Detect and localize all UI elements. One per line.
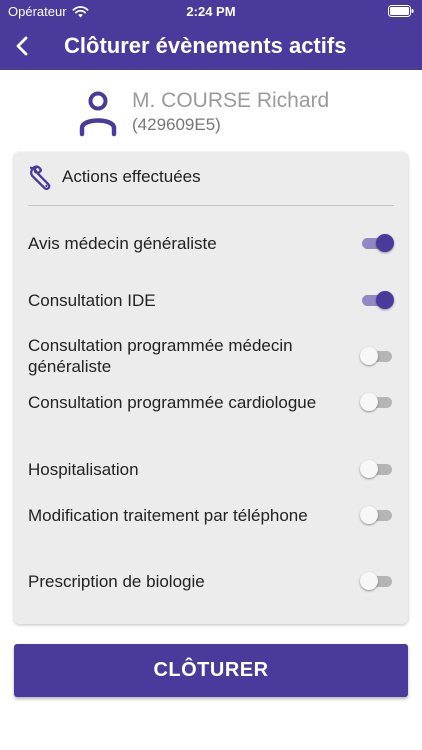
toggle-hospitalisation[interactable]	[360, 458, 394, 480]
action-label: Avis médecin généraliste	[28, 233, 217, 253]
patient-details: M. COURSE Richard (429609E5)	[132, 88, 329, 136]
app-header: Opérateur 2:24 PM Clôturer évènements ac…	[0, 0, 422, 70]
action-label: Consultation IDE	[28, 290, 156, 310]
back-button[interactable]	[8, 30, 36, 62]
battery-icon	[388, 5, 414, 17]
status-time: 2:24 PM	[186, 4, 236, 19]
actions-card: Actions effectuées Avis médecin générali…	[14, 152, 408, 624]
patient-name: M. COURSE Richard	[132, 89, 330, 112]
patient-id: (429609E5)	[132, 115, 221, 134]
person-icon	[79, 91, 117, 137]
action-row-avis-medecin: Avis médecin généraliste	[28, 232, 394, 254]
status-bar: Opérateur 2:24 PM	[0, 0, 422, 22]
action-label: Hospitalisation	[28, 459, 139, 479]
page-title: Clôturer évènements actifs	[64, 33, 347, 58]
wrench-icon	[29, 165, 51, 190]
action-row-hospitalisation: Hospitalisation	[28, 458, 394, 480]
action-row-prescription-biologie: Prescription de biologie	[28, 570, 394, 592]
card-header: Actions effectuées	[28, 164, 201, 190]
cloturer-button[interactable]: CLÔTURER	[14, 644, 408, 697]
patient-info: M. COURSE Richard (429609E5)	[78, 88, 329, 138]
card-title: Actions effectuées	[62, 167, 201, 186]
action-row-modif-traitement: Modification traitement par téléphone	[28, 504, 394, 526]
action-row-consult-prog-medecin: Consultation programmée médecin générali…	[28, 335, 394, 377]
chevron-left-icon	[16, 36, 28, 56]
toggle-consult-prog-cardiologue[interactable]	[360, 391, 394, 413]
toggle-avis-medecin[interactable]	[360, 232, 394, 254]
action-row-consultation-ide: Consultation IDE	[28, 289, 394, 311]
nav-bar: Clôturer évènements actifs	[0, 26, 422, 66]
action-label: Consultation programmée cardiologue	[28, 392, 317, 412]
action-row-consult-prog-cardiologue: Consultation programmée cardiologue	[28, 391, 394, 413]
toggle-prescription-biologie[interactable]	[360, 570, 394, 592]
divider	[28, 205, 394, 206]
action-label: Modification traitement par téléphone	[28, 505, 308, 525]
toggle-consultation-ide[interactable]	[360, 289, 394, 311]
action-label: Prescription de biologie	[28, 571, 205, 591]
toggle-modif-traitement[interactable]	[360, 504, 394, 526]
toggle-consult-prog-medecin[interactable]	[360, 345, 394, 367]
action-label: Consultation programmée médecin générali…	[28, 336, 293, 376]
